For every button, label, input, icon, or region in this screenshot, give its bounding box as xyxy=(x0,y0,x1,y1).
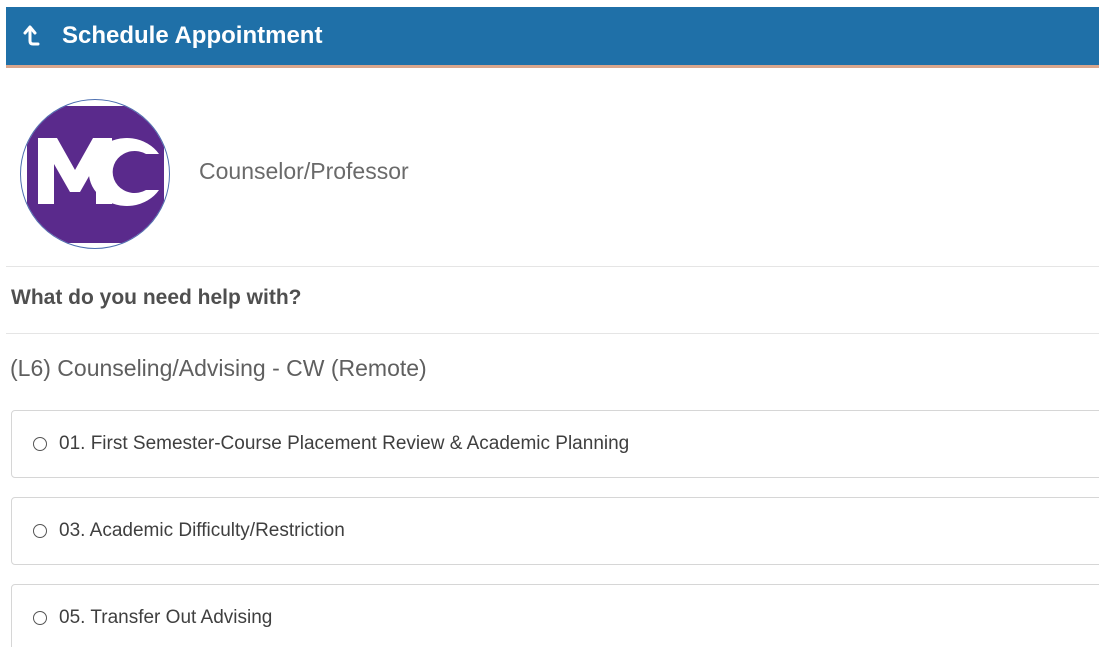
option-transfer-out-advising[interactable]: 05. Transfer Out Advising xyxy=(11,584,1099,647)
help-question-heading: What do you need help with? xyxy=(11,286,302,309)
counselor-role-label: Counselor/Professor xyxy=(199,158,409,184)
app-header: Schedule Appointment xyxy=(6,7,1099,68)
back-button[interactable] xyxy=(12,16,52,56)
divider xyxy=(6,333,1099,334)
option-label: 03. Academic Difficulty/Restriction xyxy=(59,520,345,541)
mc-logo xyxy=(27,106,164,243)
avatar xyxy=(20,99,170,249)
radio-button[interactable] xyxy=(33,524,47,538)
page-title: Schedule Appointment xyxy=(62,22,323,49)
option-label: 01. First Semester-Course Placement Revi… xyxy=(59,433,630,454)
divider xyxy=(6,266,1099,267)
counselor-profile: Counselor/Professor xyxy=(0,95,1099,255)
back-arrow-up-icon xyxy=(23,25,40,46)
option-label: 05. Transfer Out Advising xyxy=(59,607,273,628)
schedule-appointment-page: Schedule Appointment Counselor/Professor… xyxy=(0,0,1099,647)
radio-button[interactable] xyxy=(33,437,47,451)
option-first-semester-review[interactable]: 01. First Semester-Course Placement Revi… xyxy=(11,410,1099,478)
location-label: (L6) Counseling/Advising - CW (Remote) xyxy=(10,355,427,381)
option-academic-difficulty[interactable]: 03. Academic Difficulty/Restriction xyxy=(11,497,1099,565)
radio-button[interactable] xyxy=(33,611,47,625)
